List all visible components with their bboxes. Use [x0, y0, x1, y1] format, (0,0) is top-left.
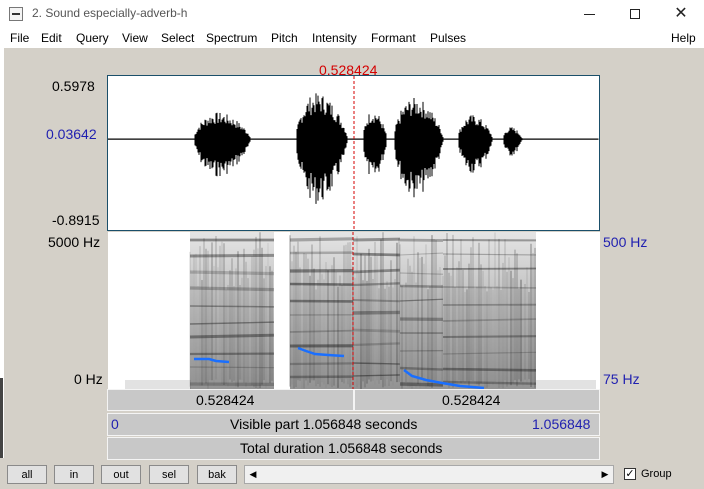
check-mark-icon: ✓ — [625, 468, 635, 480]
zoom-in-button[interactable]: in — [54, 465, 94, 484]
menu-file[interactable]: File — [10, 31, 29, 45]
scroll-right-arrow-icon[interactable]: ▶ — [597, 466, 613, 483]
zoom-back-button[interactable]: bak — [197, 465, 237, 484]
menu-edit[interactable]: Edit — [41, 31, 62, 45]
selection-right-time: 0.528424 — [442, 392, 501, 408]
zoom-out-button[interactable]: out — [101, 465, 141, 484]
left-dark-edge — [0, 378, 3, 458]
visible-part-bar[interactable]: 0 Visible part 1.056848 seconds 1.056848 — [107, 413, 600, 436]
maximize-icon — [630, 9, 640, 19]
menu-bar: File Edit Query View Select Spectrum Pit… — [0, 28, 704, 48]
minimize-button[interactable] — [566, 0, 612, 28]
menu-select[interactable]: Select — [161, 31, 194, 45]
wave-level-label: 0.03642 — [46, 126, 97, 142]
menu-pulses[interactable]: Pulses — [430, 31, 466, 45]
selection-left-time: 0.528424 — [196, 392, 255, 408]
scroll-left-arrow-icon[interactable]: ◀ — [245, 466, 261, 483]
maximize-button[interactable] — [612, 0, 658, 28]
title-bar: 2. Sound especially-adverb-h ✕ — [0, 0, 704, 28]
wave-min-label: -0.8915 — [52, 212, 100, 228]
spectrogram-pane[interactable] — [108, 232, 600, 389]
total-label: Total duration 1.056848 seconds — [240, 440, 443, 456]
selection-right-bar[interactable]: 0.528424 — [354, 389, 600, 411]
menu-intensity[interactable]: Intensity — [312, 31, 357, 45]
spectrogram-plot — [108, 232, 600, 389]
all-button[interactable]: all — [7, 465, 47, 484]
visible-end: 1.056848 — [532, 416, 591, 432]
menu-spectrum[interactable]: Spectrum — [206, 31, 257, 45]
silence-floor-left — [125, 380, 191, 389]
zoom-selection-button[interactable]: sel — [149, 465, 189, 484]
pitch-max-label: 500 Hz — [603, 234, 648, 250]
horizontal-scrollbar[interactable]: ◀ ▶ — [244, 465, 614, 484]
menu-formant[interactable]: Formant — [371, 31, 416, 45]
visible-start: 0 — [111, 416, 119, 432]
close-icon: ✕ — [674, 5, 688, 22]
menu-help[interactable]: Help — [671, 31, 696, 45]
window-title: 2. Sound especially-adverb-h — [32, 6, 188, 20]
freq-min-label: 0 Hz — [74, 371, 103, 387]
total-duration-bar[interactable]: Total duration 1.056848 seconds — [107, 437, 600, 460]
app-icon — [9, 7, 23, 21]
minimize-icon — [583, 13, 595, 15]
group-label: Group — [641, 468, 672, 480]
spectrogram-bands — [189, 232, 537, 389]
group-checkbox[interactable]: ✓ — [624, 468, 636, 480]
pitch-min-label: 75 Hz — [603, 371, 640, 387]
close-button[interactable]: ✕ — [658, 0, 704, 28]
menu-query[interactable]: Query — [76, 31, 109, 45]
silence-floor-right — [536, 380, 596, 389]
wave-max-label: 0.5978 — [52, 78, 95, 94]
waveform-signal — [108, 93, 599, 204]
freq-max-label: 5000 Hz — [48, 234, 101, 250]
waveform-pane[interactable] — [107, 75, 600, 231]
waveform-plot — [108, 76, 599, 230]
menu-pitch[interactable]: Pitch — [271, 31, 298, 45]
visible-label: Visible part 1.056848 seconds — [230, 416, 418, 432]
menu-view[interactable]: View — [122, 31, 148, 45]
selection-left-bar[interactable]: 0.528424 — [107, 389, 354, 411]
